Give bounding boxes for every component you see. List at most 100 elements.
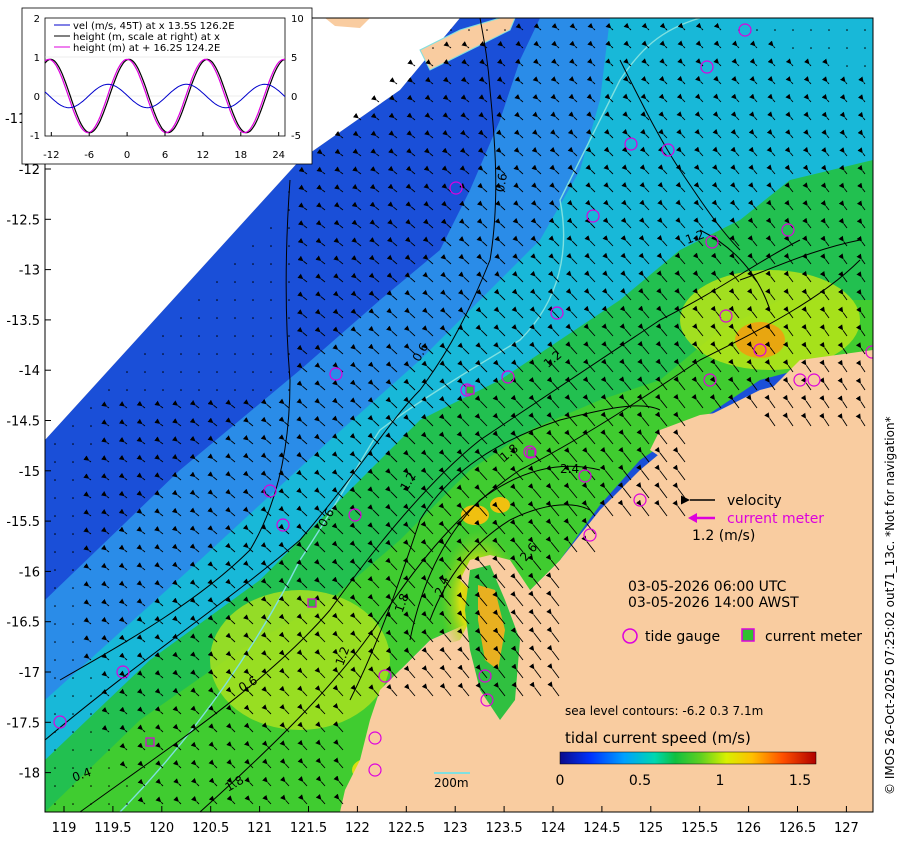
velocity-arrow (72, 749, 74, 751)
velocity-arrow (90, 713, 92, 715)
colorbar-title: tidal current speed (m/s) (565, 729, 751, 747)
velocity-arrow (846, 65, 848, 67)
inset-right-tick: 0 (291, 92, 297, 103)
velocity-arrow (90, 407, 92, 409)
tidal-current-map: 0.6 0.6 0.6 0.6 1.2 1.2 1.2 1.2 1.8 1.8 … (5, 7, 897, 836)
velocity-arrow (90, 785, 92, 787)
velocity-arrow (198, 299, 200, 301)
velocity-arrow (54, 785, 56, 787)
colorbar-tick-label: 0 (556, 773, 565, 789)
velocity-arrow (144, 353, 146, 355)
x-tick-label: 126 (736, 821, 761, 836)
velocity-arrow (162, 371, 164, 373)
x-tick-label: 121.5 (290, 821, 327, 836)
velocity-arrow (846, 29, 848, 31)
velocity-arrow (90, 749, 92, 751)
inset-right-tick: 10 (291, 14, 304, 25)
sea-level-contours-note: sea level contours: -6.2 0.3 7.1m (565, 704, 763, 718)
velocity-arrow (126, 803, 128, 805)
inset-left-tick: 2 (34, 14, 40, 25)
colorbar-tick-label: 1.5 (789, 773, 811, 789)
velocity-arrow (792, 47, 794, 49)
velocity-arrow (54, 623, 56, 625)
velocity-arrow (90, 695, 92, 697)
legend-velocity: velocity (727, 493, 782, 509)
y-tick-label: -12.5 (6, 213, 40, 228)
velocity-arrow (162, 353, 164, 355)
velocity-arrow (198, 317, 200, 319)
velocity-arrow (126, 785, 128, 787)
velocity-arrow (288, 371, 290, 373)
velocity-arrow (180, 389, 182, 391)
x-tick-label: 123.5 (485, 821, 522, 836)
velocity-arrow (72, 785, 74, 787)
velocity-arrow (216, 299, 218, 301)
inset-legend-height-x: height (m, scale at right) at x (73, 32, 220, 43)
velocity-arrow (72, 803, 74, 805)
velocity-arrow (270, 335, 272, 337)
inset-left-tick: -1 (30, 131, 40, 142)
velocity-arrow (198, 389, 200, 391)
velocity-arrow (162, 335, 164, 337)
y-tick-label: -17.5 (6, 716, 40, 731)
x-tick-label: 121 (247, 821, 272, 836)
inset-bottom-tick: -12 (43, 150, 59, 161)
x-tick-label: 120 (149, 821, 174, 836)
y-tick-label: -13 (19, 264, 40, 279)
velocity-arrow (234, 299, 236, 301)
velocity-arrow (252, 335, 254, 337)
inset-right-tick: -5 (291, 131, 301, 142)
velocity-arrow (234, 389, 236, 391)
velocity-arrow (72, 425, 74, 427)
inset-bottom-tick: 0 (124, 150, 130, 161)
velocity-arrow (54, 731, 56, 733)
current-meter-marker (465, 385, 475, 395)
velocity-arrow (234, 371, 236, 373)
contour-label: 2.4 (560, 462, 579, 476)
velocity-arrow (180, 335, 182, 337)
velocity-arrow (144, 371, 146, 373)
inset-bottom-tick: -6 (84, 150, 94, 161)
depth-legend-label: 200m (434, 776, 469, 790)
velocity-arrow (108, 749, 110, 751)
velocity-arrow (252, 317, 254, 319)
inset-left-tick: 1 (34, 53, 40, 64)
velocity-arrow (774, 29, 776, 31)
velocity-arrow (270, 299, 272, 301)
y-tick-label: -16 (19, 565, 40, 580)
velocity-arrow (288, 227, 290, 229)
velocity-arrow (54, 587, 56, 589)
hotspot (735, 322, 785, 358)
hotspot (461, 505, 489, 525)
velocity-arrow (288, 389, 290, 391)
x-tick-label: 124 (541, 821, 566, 836)
velocity-arrow (180, 353, 182, 355)
velocity-arrow (756, 29, 758, 31)
velocity-arrow (270, 263, 272, 265)
velocity-arrow (54, 497, 56, 499)
x-tick-label: 119.5 (94, 821, 131, 836)
velocity-arrow (90, 425, 92, 427)
inset-bottom-tick: 6 (162, 150, 168, 161)
velocity-arrow (252, 371, 254, 373)
legend-current-meter: current meter (765, 629, 862, 645)
velocity-arrow (216, 335, 218, 337)
inset-left-tick: 0 (34, 92, 40, 103)
velocity-arrow (234, 335, 236, 337)
velocity-arrow (54, 515, 56, 517)
y-tick-label: -12 (19, 163, 40, 178)
current-meter-marker (307, 598, 317, 608)
velocity-arrow (108, 767, 110, 769)
velocity-arrow (72, 551, 74, 553)
y-tick-label: -14.5 (6, 415, 40, 430)
velocity-arrow (288, 317, 290, 319)
x-tick-label: 120.5 (192, 821, 229, 836)
velocity-arrow (90, 803, 92, 805)
current-meter-icon (741, 628, 755, 642)
velocity-arrow (72, 515, 74, 517)
velocity-arrow (216, 317, 218, 319)
x-tick-label: 125.5 (681, 821, 718, 836)
x-tick-label: 126.5 (779, 821, 816, 836)
velocity-arrow (72, 497, 74, 499)
y-tick-label: -15.5 (6, 515, 40, 530)
